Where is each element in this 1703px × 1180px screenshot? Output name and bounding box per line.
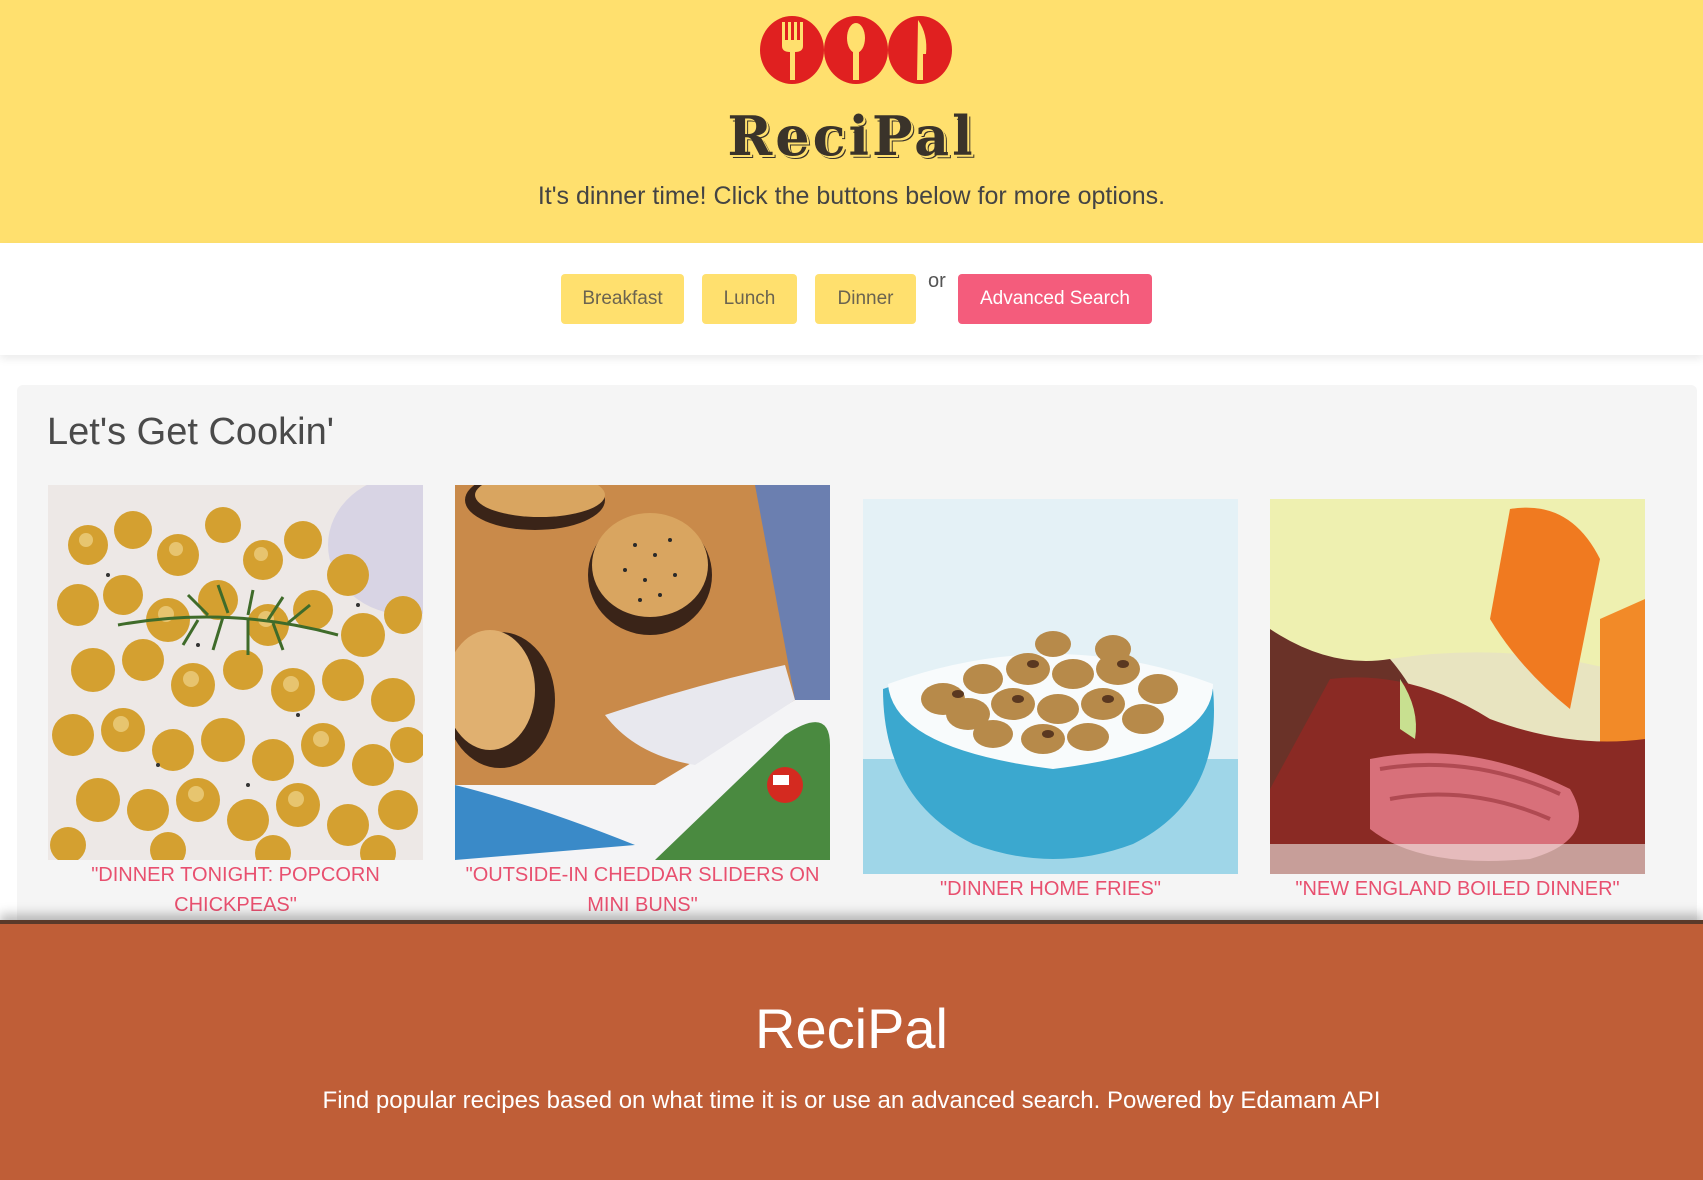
recipe-title[interactable]: "Dinner Home Fries" bbox=[853, 874, 1248, 904]
site-footer: ReciPal Find popular recipes based on wh… bbox=[0, 920, 1703, 1180]
recipes-section: Let's Get Cookin' "DINNER TONIGHT: POPCO… bbox=[17, 385, 1697, 925]
lunch-button[interactable]: Lunch bbox=[702, 274, 797, 324]
or-separator: or bbox=[928, 270, 946, 292]
home-fries-photo[interactable] bbox=[863, 499, 1238, 874]
footer-brand: ReciPal bbox=[755, 997, 948, 1060]
section-heading: Let's Get Cookin' bbox=[47, 411, 334, 453]
header-hero: ReciPal It's dinner time! Click the butt… bbox=[0, 0, 1703, 243]
breakfast-button[interactable]: Breakfast bbox=[561, 274, 684, 324]
sliders-photo[interactable] bbox=[455, 485, 830, 860]
boiled-dinner-photo[interactable] bbox=[1270, 499, 1645, 874]
recipe-title[interactable]: "New England Boiled Dinner" bbox=[1260, 874, 1655, 904]
recipe-title[interactable]: "Dinner Tonight: Popcorn Chickpeas" bbox=[38, 860, 433, 920]
advanced-search-button[interactable]: Advanced Search bbox=[958, 274, 1152, 324]
dinner-button[interactable]: Dinner bbox=[815, 274, 916, 324]
utensils-logo-icon bbox=[760, 16, 952, 84]
site-brand: ReciPal bbox=[727, 104, 976, 168]
recipe-title[interactable]: "Outside-In Cheddar Sliders on Mini Buns… bbox=[445, 860, 840, 920]
tagline: It's dinner time! Click the buttons belo… bbox=[537, 182, 1166, 210]
footer-description: Find popular recipes based on what time … bbox=[322, 1087, 1381, 1114]
chickpeas-photo[interactable] bbox=[48, 485, 423, 860]
meal-nav: Breakfast Lunch Dinner or Advanced Searc… bbox=[0, 243, 1703, 355]
